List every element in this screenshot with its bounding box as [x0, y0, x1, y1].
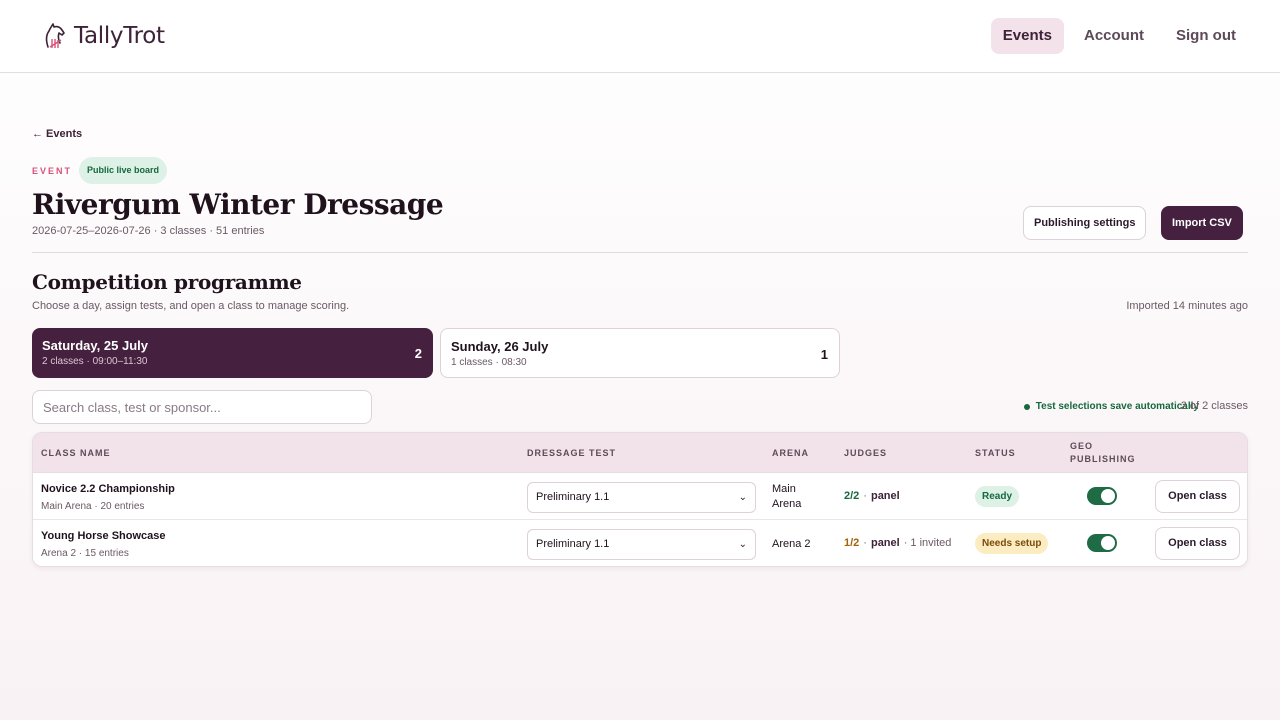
- judges-cell: 2/2 · panel: [844, 490, 900, 502]
- status-badge: Ready: [975, 486, 1020, 507]
- day-subtitle: 1 classes · 08:30: [451, 357, 527, 368]
- back-to-events-link[interactable]: ← Events: [32, 128, 82, 140]
- imported-timestamp: Imported 14 minutes ago: [1126, 300, 1248, 312]
- arena-line-2: Arena: [772, 498, 802, 510]
- selected-test: Preliminary 1.1: [536, 491, 610, 503]
- col-geo-line-1: GEO: [1070, 441, 1094, 451]
- judges-ratio: 1/2: [844, 537, 860, 549]
- judges-invited: · 1 invited: [903, 537, 952, 549]
- event-eyebrow: EVENT: [32, 165, 73, 176]
- dressage-test-select[interactable]: Preliminary 1.1 ⌄: [527, 529, 756, 560]
- class-name: Young Horse Showcase: [41, 530, 166, 542]
- header-divider: [32, 252, 1248, 253]
- autosave-text: Test selections save automatically: [1035, 401, 1199, 412]
- col-arena: ARENA: [772, 448, 810, 458]
- public-live-board-badge: Public live board: [79, 157, 168, 184]
- autosave-indicator: Test selections save automatically: [1023, 401, 1199, 412]
- day-title: Sunday, 26 July: [451, 339, 549, 354]
- day-title: Saturday, 25 July: [42, 338, 148, 353]
- col-status: STATUS: [975, 448, 1016, 458]
- nav-sign-out[interactable]: Sign out: [1164, 18, 1248, 54]
- table-row: Young Horse Showcase Arena 2 · 15 entrie…: [33, 520, 1247, 566]
- publishing-settings-button[interactable]: Publishing settings: [1023, 206, 1147, 240]
- col-geo-publishing: GEO PUBLISHING: [1070, 440, 1136, 466]
- open-class-button[interactable]: Open class: [1155, 527, 1240, 560]
- class-count-text: 2 of 2 classes: [1180, 400, 1248, 412]
- arena-line-1: Arena 2: [772, 538, 811, 550]
- status-dot-icon: [1023, 403, 1030, 410]
- judges-separator: ·: [863, 537, 867, 549]
- dressage-test-select[interactable]: Preliminary 1.1 ⌄: [527, 482, 756, 513]
- nav-events[interactable]: Events: [990, 18, 1064, 54]
- col-geo-line-2: PUBLISHING: [1070, 454, 1136, 464]
- table-header: CLASS NAME DRESSAGE TEST ARENA JUDGES ST…: [33, 433, 1247, 473]
- col-class-name: CLASS NAME: [41, 448, 111, 458]
- table-row: Novice 2.2 Championship Main Arena · 20 …: [33, 473, 1247, 520]
- section-subtitle: Choose a day, assign tests, and open a c…: [32, 300, 350, 312]
- page-title: Rivergum Winter Dressage: [32, 188, 444, 221]
- horse-tally-icon: [45, 23, 65, 48]
- col-judges: JUDGES: [844, 448, 888, 458]
- judges-ratio: 2/2: [844, 490, 860, 502]
- toggle-knob: [1101, 489, 1115, 503]
- status-badge: Needs setup: [975, 533, 1049, 554]
- geo-publishing-toggle[interactable]: [1087, 534, 1117, 552]
- col-dressage-test: DRESSAGE TEST: [527, 448, 617, 458]
- class-name: Novice 2.2 Championship: [41, 483, 175, 495]
- judges-separator: ·: [863, 490, 867, 502]
- selected-test: Preliminary 1.1: [536, 538, 610, 550]
- event-meta: 2026-07-25–2026-07-26 · 3 classes · 51 e…: [32, 225, 265, 237]
- class-meta: Main Arena · 20 entries: [41, 501, 145, 512]
- nav-account[interactable]: Account: [1072, 18, 1156, 54]
- import-csv-button[interactable]: Import CSV: [1161, 206, 1243, 240]
- top-bar: TallyTrot Events Account Sign out: [0, 0, 1280, 73]
- event-eyebrow-row: EVENT Public live board: [32, 157, 168, 184]
- brand-logo[interactable]: TallyTrot: [40, 20, 165, 52]
- class-meta: Arena 2 · 15 entries: [41, 548, 129, 559]
- arena-cell: Main Arena: [772, 482, 801, 512]
- day-subtitle: 2 classes · 09:00–11:30: [42, 356, 148, 367]
- classes-table: CLASS NAME DRESSAGE TEST ARENA JUDGES ST…: [32, 432, 1248, 567]
- day-tab-saturday[interactable]: Saturday, 25 July 2 classes · 09:00–11:3…: [32, 328, 433, 378]
- geo-publishing-toggle[interactable]: [1087, 487, 1117, 505]
- section-title: Competition programme: [32, 270, 302, 294]
- main-nav: Events Account Sign out: [990, 18, 1248, 54]
- arena-cell: Arena 2: [772, 537, 811, 552]
- toggle-knob: [1101, 536, 1115, 550]
- day-class-count: 2: [414, 346, 422, 361]
- judges-panel-link[interactable]: panel: [871, 490, 900, 502]
- brand-name: TallyTrot: [74, 23, 165, 49]
- chevron-down-icon: ⌄: [738, 492, 747, 503]
- search-input[interactable]: [32, 390, 372, 424]
- day-tab-sunday[interactable]: Sunday, 26 July 1 classes · 08:30 1: [440, 328, 840, 378]
- day-class-count: 1: [820, 347, 828, 362]
- chevron-down-icon: ⌄: [738, 539, 747, 550]
- arena-line-1: Main: [772, 483, 796, 495]
- open-class-button[interactable]: Open class: [1155, 480, 1240, 513]
- judges-panel-link[interactable]: panel: [871, 537, 900, 549]
- judges-cell: 1/2 · panel · 1 invited: [844, 537, 951, 549]
